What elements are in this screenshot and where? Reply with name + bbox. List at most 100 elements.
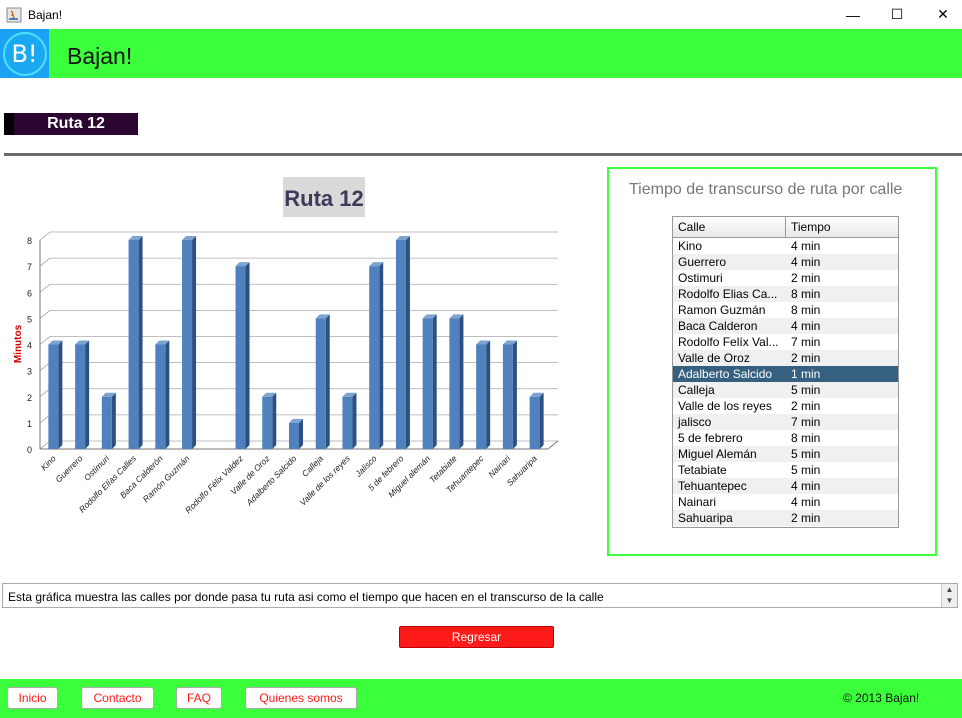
bar-side: [432, 314, 437, 449]
divider: [4, 153, 962, 156]
cell-tiempo: 8 min: [791, 303, 821, 317]
cell-tiempo: 5 min: [791, 383, 821, 397]
x-tick-label: Ramón Guzmán: [141, 453, 192, 504]
brand-name: Bajan!: [67, 43, 133, 69]
close-button[interactable]: ✕: [920, 0, 962, 29]
cell-tiempo: 5 min: [791, 447, 821, 461]
cell-calle: Baca Calderon: [678, 319, 758, 333]
bar-side: [165, 340, 170, 449]
table-row[interactable]: Calleja 5 min: [673, 382, 898, 398]
bar-side: [512, 340, 517, 449]
scroll-spinner[interactable]: ▲ ▼: [941, 584, 957, 607]
cell-tiempo: 4 min: [791, 495, 821, 509]
cell-tiempo: 5 min: [791, 463, 821, 477]
table-row[interactable]: Baca Calderon 4 min: [673, 318, 898, 334]
cell-calle: Valle de los reyes: [678, 399, 772, 413]
minimize-button[interactable]: —: [830, 0, 876, 29]
footer-link-inicio[interactable]: Inicio: [7, 687, 58, 709]
table-row[interactable]: Nainari 4 min: [673, 494, 898, 510]
bar: [101, 396, 112, 449]
bar: [182, 240, 193, 449]
route-time-chart: Ruta 12012345678MinutosKinoGuerreroOstim…: [13, 177, 559, 515]
footer: Inicio Contacto FAQ Quienes somos © 2013…: [0, 679, 962, 718]
footer-link-contacto[interactable]: Contacto: [81, 687, 154, 709]
bar: [75, 344, 86, 449]
cell-calle: Tehuantepec: [678, 479, 747, 493]
window-title: Bajan!: [28, 7, 63, 22]
bar-side: [352, 392, 357, 449]
floor-edge: [547, 440, 559, 450]
footer-link-quienes-somos[interactable]: Quienes somos: [245, 687, 357, 709]
description-field[interactable]: Esta gráfica muestra las calles por dond…: [2, 583, 958, 608]
table-row[interactable]: Ramon Guzmán 8 min: [673, 302, 898, 318]
copyright: © 2013 Bajan!: [843, 691, 920, 705]
cell-calle: Kino: [678, 239, 703, 253]
grid-diag: [39, 257, 51, 267]
cell-calle: Adalberto Salcido: [678, 367, 773, 381]
x-tick-label: Valle de los reyes: [298, 453, 353, 508]
back-button[interactable]: Regresar: [399, 626, 554, 648]
cell-calle: Tetabiate: [678, 463, 727, 477]
footer-link-faq[interactable]: FAQ: [176, 687, 222, 709]
column-header-tiempo[interactable]: Tiempo: [786, 217, 831, 237]
x-tick-label: Adalberto Salcido: [244, 453, 299, 508]
chart-title: Ruta 12: [284, 186, 363, 211]
table-header: Calle Tiempo: [673, 217, 898, 238]
bar-side: [245, 262, 250, 449]
table-row[interactable]: Tehuantepec 4 min: [673, 478, 898, 494]
bar: [315, 318, 326, 449]
maximize-button[interactable]: ☐: [874, 0, 920, 29]
bar: [529, 396, 540, 449]
column-header-calle[interactable]: Calle: [673, 217, 786, 237]
panel-title: Tiempo de transcurso de ruta por calle: [629, 181, 903, 198]
grid-diag: [39, 231, 51, 241]
table-row[interactable]: Valle de los reyes 2 min: [673, 398, 898, 414]
bar: [422, 318, 433, 449]
y-tick-label: 4: [27, 341, 32, 351]
y-tick-label: 8: [27, 236, 32, 246]
table-row[interactable]: jalisco 7 min: [673, 414, 898, 430]
cell-calle: 5 de febrero: [678, 431, 743, 445]
cell-tiempo: 2 min: [791, 399, 821, 413]
bar-side: [85, 340, 90, 449]
cell-calle: Calleja: [678, 383, 715, 397]
cell-tiempo: 7 min: [791, 335, 821, 349]
cell-tiempo: 4 min: [791, 239, 821, 253]
bar: [155, 344, 166, 449]
table-row[interactable]: Ostimuri 2 min: [673, 270, 898, 286]
cell-tiempo: 2 min: [791, 351, 821, 365]
bar-side: [325, 314, 330, 449]
street-time-table[interactable]: Calle Tiempo Kino 4 min Guerrero 4 min Ostim…: [672, 216, 899, 528]
bar-side: [459, 314, 464, 449]
logo-mark: B!: [2, 31, 47, 76]
table-row[interactable]: 5 de febrero 8 min: [673, 430, 898, 446]
table-row[interactable]: Kino 4 min: [673, 238, 898, 254]
table-row[interactable]: Miguel Alemán 5 min: [673, 446, 898, 462]
java-app-icon: [6, 7, 22, 22]
cell-tiempo: 2 min: [791, 511, 821, 525]
bar-side: [299, 418, 303, 449]
table-body: Kino 4 min Guerrero 4 min Ostimuri 2 min Rodol…: [673, 238, 898, 526]
table-row[interactable]: Rodolfo Elias Ca... 8 min: [673, 286, 898, 302]
cell-calle: Ostimuri: [678, 271, 723, 285]
y-tick-label: 6: [27, 288, 32, 298]
bar: [48, 344, 59, 449]
bar: [342, 396, 353, 449]
cell-tiempo: 4 min: [791, 479, 821, 493]
table-row[interactable]: Adalberto Salcido 1 min: [673, 366, 898, 382]
cell-tiempo: 4 min: [791, 255, 821, 269]
table-row[interactable]: Valle de Oroz 2 min: [673, 350, 898, 366]
table-row[interactable]: Sahuaripa 2 min: [673, 510, 898, 526]
cell-calle: Sahuaripa: [678, 511, 733, 525]
cell-calle: Valle de Oroz: [678, 351, 750, 365]
cell-calle: Ramon Guzmán: [678, 303, 766, 317]
table-row[interactable]: Guerrero 4 min: [673, 254, 898, 270]
table-row[interactable]: Tetabiate 5 min: [673, 462, 898, 478]
grid-diag: [39, 336, 51, 345]
bar-side: [379, 262, 384, 449]
table-row[interactable]: Rodolfo Felíx Val... 7 min: [673, 334, 898, 350]
bar: [369, 266, 380, 449]
cell-calle: jalisco: [678, 415, 712, 429]
description-text: Esta gráfica muestra las calles por dond…: [8, 590, 604, 604]
cell-tiempo: 8 min: [791, 287, 821, 301]
